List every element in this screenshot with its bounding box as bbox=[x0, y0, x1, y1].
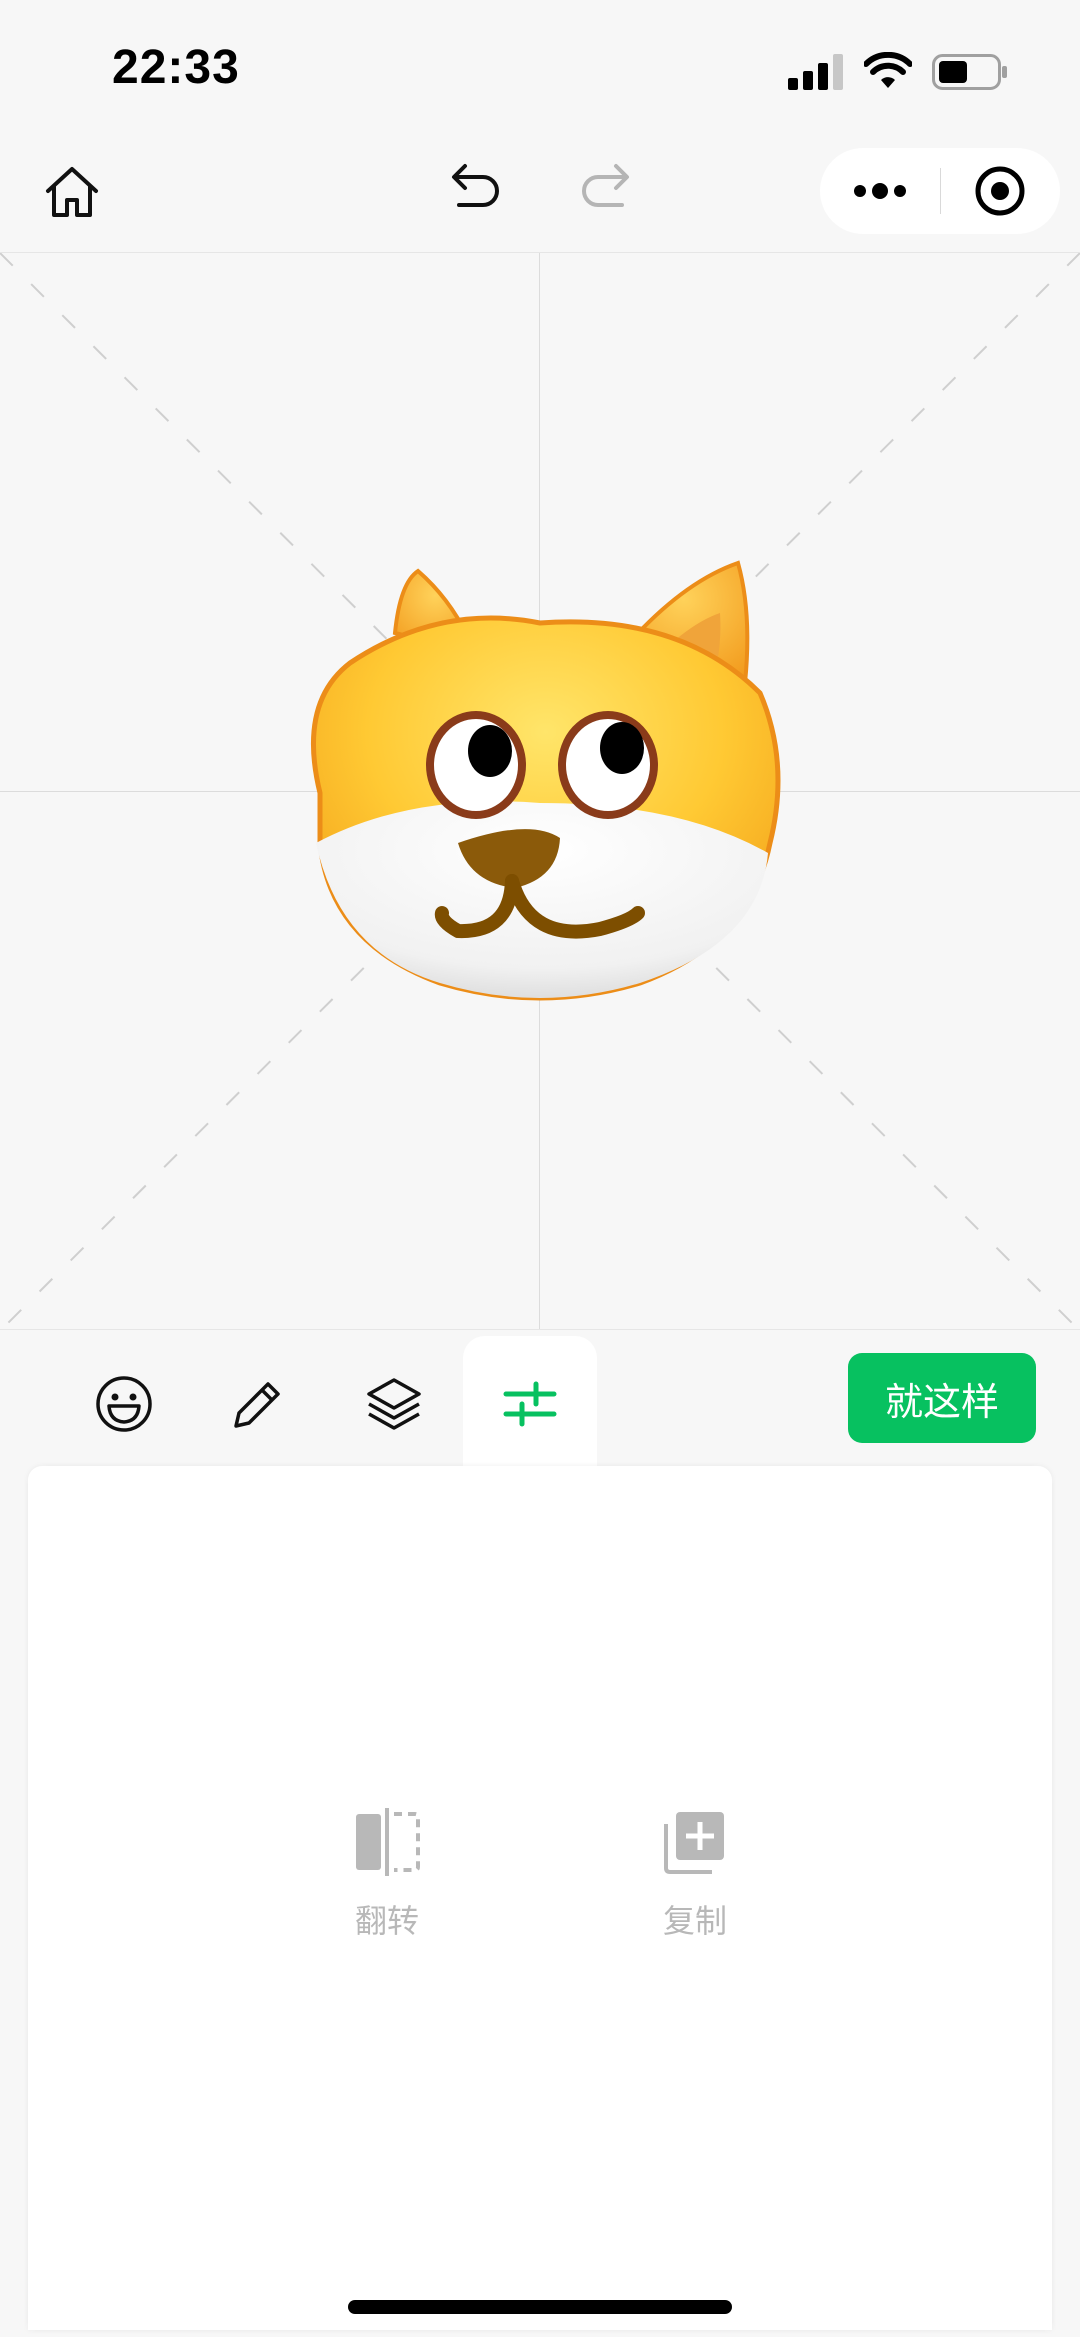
home-indicator bbox=[348, 2300, 732, 2314]
home-button[interactable] bbox=[32, 152, 112, 232]
redo-button[interactable] bbox=[566, 146, 646, 226]
adjust-panel: 翻转 复制 bbox=[28, 1466, 1052, 2330]
flip-action[interactable]: 翻转 bbox=[317, 1806, 457, 1942]
flip-icon bbox=[356, 1808, 420, 1876]
redo-icon bbox=[582, 164, 629, 207]
copy-icon bbox=[664, 1812, 724, 1874]
mini-program-capsule bbox=[820, 148, 1060, 234]
tool-layers[interactable] bbox=[346, 1356, 442, 1452]
emoji-icon bbox=[96, 1376, 152, 1432]
undo-icon bbox=[452, 164, 499, 207]
editor-canvas[interactable] bbox=[0, 252, 1080, 1330]
more-button[interactable] bbox=[820, 148, 940, 234]
copy-label: 复制 bbox=[662, 1902, 727, 1940]
target-icon bbox=[975, 166, 1025, 216]
sliders-icon bbox=[503, 1381, 557, 1427]
flip-label: 翻转 bbox=[354, 1902, 419, 1940]
copy-action[interactable]: 复制 bbox=[625, 1806, 765, 1942]
close-program-button[interactable] bbox=[941, 148, 1061, 234]
more-dots-icon bbox=[853, 183, 906, 199]
wifi-icon bbox=[864, 52, 912, 88]
tool-draw[interactable] bbox=[210, 1356, 306, 1452]
battery-icon bbox=[932, 54, 1007, 90]
confirm-button[interactable]: 就这样 bbox=[848, 1353, 1036, 1443]
undo-button[interactable] bbox=[435, 146, 515, 226]
dog-face-sticker[interactable] bbox=[290, 543, 790, 1043]
home-icon bbox=[46, 167, 98, 217]
signal-icon bbox=[788, 54, 843, 90]
pencil-icon bbox=[234, 1382, 280, 1428]
layers-icon bbox=[367, 1378, 421, 1430]
tool-emoji[interactable] bbox=[76, 1356, 172, 1452]
status-time: 22:33 bbox=[112, 41, 240, 94]
tool-adjust[interactable] bbox=[482, 1356, 578, 1452]
